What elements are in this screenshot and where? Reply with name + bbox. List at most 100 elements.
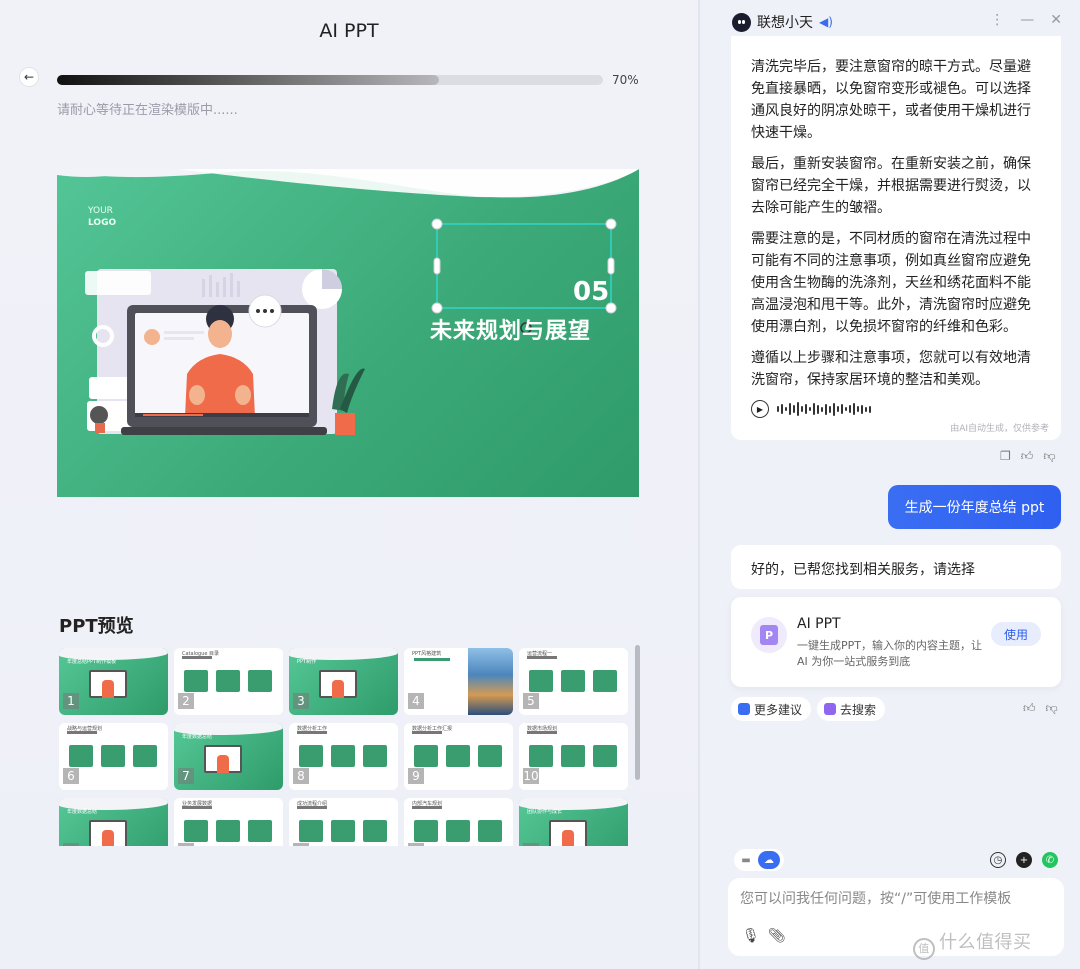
play-icon[interactable]: ▶: [751, 400, 769, 418]
thumbnail-number: 3: [293, 693, 309, 709]
microphone-icon[interactable]: 🎙︎: [742, 928, 760, 944]
assistant-pane: 联想小天 ◀) ⋮ — ✕ 清洗完毕后，要注意窗帘的晾干方式。尽量避免直接暴晒，…: [700, 0, 1080, 969]
ai-generated-note: 由AI自动生成，仅供参考: [950, 424, 1049, 434]
close-icon[interactable]: ✕: [1050, 12, 1062, 28]
document-mode-icon[interactable]: ▬: [734, 855, 758, 866]
render-progress-fill: [57, 75, 440, 85]
slide-thumbnail[interactable]: 数据分析工作汇报 9: [404, 723, 513, 790]
slide-thumbnail[interactable]: 成功流程介绍 13: [289, 798, 398, 846]
slide-thumbnail[interactable]: 团队协作与成长 15: [519, 798, 628, 846]
input-toolbar: ◷ + ✆: [990, 852, 1058, 868]
use-service-button[interactable]: 使用: [991, 622, 1041, 646]
thumbnail-number: 10: [523, 768, 539, 784]
assistant-avatar: [732, 12, 751, 32]
chat-input[interactable]: [740, 888, 1052, 910]
slide-thumbnail[interactable]: 年度数据总结 11: [59, 798, 168, 846]
thumbnail-title: 年度数据总结: [182, 734, 213, 740]
go-search-button[interactable]: 去搜索: [817, 697, 886, 721]
thumbnail-number: 14: [408, 843, 424, 846]
render-progress-percent: 70%: [612, 73, 639, 87]
service-description: 一键生成PPT，输入你的内容主题，让 AI 为你一站式服务到底: [797, 639, 982, 668]
answer-paragraph: 最后，重新安装窗帘。在重新安装之前，确保窗帘已经完全干燥，并根据需要进行熨烫，以…: [751, 156, 1031, 216]
thumbnail-title: 战略与运营规划: [67, 726, 103, 732]
slide-thumbnail[interactable]: 年度总结PPT制作模板 1: [59, 648, 168, 715]
answer-paragraph: 需要注意的是，不同材质的窗帘在清洗过程中可能有不同的注意事项，例如真丝窗帘应避免…: [751, 231, 1031, 335]
service-card-ai-ppt[interactable]: P AI PPT 一键生成PPT，输入你的内容主题，让 AI 为你一站式服务到底…: [731, 597, 1061, 687]
assistant-reply-bubble: 好的，已帮您找到相关服务，请选择: [731, 545, 1061, 589]
assistant-name: 联想小天: [757, 15, 813, 31]
thumbnail-number: 4: [408, 693, 424, 709]
thumbnail-title: Catalogue 目录: [182, 651, 220, 657]
mode-toggle: ▬ ☁: [734, 849, 784, 871]
speaker-icon[interactable]: ◀): [819, 15, 833, 29]
more-options-icon[interactable]: ⋮: [990, 12, 1004, 28]
thumbnail-number: 9: [408, 768, 424, 784]
more-suggestions-label: 更多建议: [754, 702, 803, 717]
slide-thumbnail[interactable]: PPT风格建筑 4: [404, 648, 513, 715]
render-progress-bar: [57, 75, 603, 85]
slide-thumbnail[interactable]: PPT制作 3: [289, 648, 398, 715]
thumbnail-title: PPT制作: [297, 659, 317, 665]
ppt-app-icon: P: [751, 617, 787, 653]
suggestion-icon: [738, 703, 750, 715]
logo-line-1: YOUR: [88, 206, 113, 216]
thumbnail-number: 8: [293, 768, 309, 784]
thumbnail-title: PPT风格建筑: [412, 651, 442, 657]
logo-line-2: LOGO: [88, 218, 117, 228]
back-button[interactable]: ←: [19, 67, 39, 87]
slide-thumbnail[interactable]: 业务发展数据 12: [174, 798, 283, 846]
watermark-logo-icon: 值: [913, 938, 935, 960]
thumbnail-title: 成功流程介绍: [297, 801, 328, 807]
thumbs-down-icon[interactable]: 👎︎: [1046, 701, 1058, 716]
thumbnail-number: 11: [63, 843, 79, 846]
attachment-icon[interactable]: 📎︎: [768, 928, 786, 944]
phone-call-icon[interactable]: ✆: [1042, 852, 1058, 868]
slide-preview-canvas[interactable]: YOUR LOGO 05 未来规划与展望: [57, 169, 639, 497]
render-progress-message: 请耐心等待正在渲染模版中......: [57, 103, 238, 118]
waveform-icon: [777, 401, 871, 417]
thumbnail-number: 6: [63, 768, 79, 784]
thumbnail-title: 年度数据总结: [67, 809, 98, 815]
thumbnail-title: 数据分析工作汇报: [412, 726, 453, 732]
assistant-answer-card: 清洗完毕后，要注意窗帘的晾干方式。尽量避免直接暴晒，以免窗帘变形或褪色。可以选择…: [731, 36, 1061, 440]
slide-thumbnail[interactable]: 数据市场规划 10: [519, 723, 628, 790]
slide-thumbnail[interactable]: 数据分析工作 8: [289, 723, 398, 790]
arrow-left-icon: ←: [23, 70, 35, 84]
thumbnail-title: 业务发展数据: [182, 801, 213, 807]
thumbnail-number: 1: [63, 693, 79, 709]
watermark: 值什么值得买: [913, 928, 1032, 960]
user-message-bubble: 生成一份年度总结 ppt: [888, 485, 1061, 529]
more-suggestions-button[interactable]: 更多建议: [731, 697, 812, 721]
thumbs-down-icon[interactable]: 👎︎: [1043, 449, 1055, 464]
slide-thumbnail[interactable]: 运营流程一 5: [519, 648, 628, 715]
copy-icon[interactable]: ❐: [1000, 449, 1011, 464]
slide-thumbnail[interactable]: Catalogue 目录 2: [174, 648, 283, 715]
answer-paragraph: 清洗完毕后，要注意窗帘的晾干方式。尽量避免直接暴晒，以免窗帘变形或褪色。可以选择…: [751, 59, 1031, 141]
slide-section-number[interactable]: 05: [573, 277, 609, 307]
thumbnail-number: 2: [178, 693, 194, 709]
thumbs-up-icon[interactable]: 👍︎: [1021, 449, 1034, 464]
slide-thumbnail[interactable]: 年度数据总结 7: [174, 723, 283, 790]
ppt-generation-pane: AI PPT ← 70% 请耐心等待正在渲染模版中...... YOUR LOG…: [0, 0, 698, 969]
thumbs-up-icon[interactable]: 👍︎: [1023, 701, 1036, 716]
minimize-icon[interactable]: —: [1020, 12, 1034, 28]
slide-thumbnail[interactable]: 战略与运营规划 6: [59, 723, 168, 790]
thumbnail-title: 内部汽车规划: [412, 801, 443, 807]
watermark-text: 什么值得买: [939, 932, 1032, 953]
slide-thumbnail[interactable]: 内部汽车规划 14: [404, 798, 513, 846]
thumbnail-number: 15: [523, 843, 539, 846]
cloud-mode-icon[interactable]: ☁: [758, 851, 780, 869]
new-chat-plus-icon[interactable]: +: [1016, 852, 1032, 868]
thumbnail-number: 13: [293, 843, 309, 846]
thumbnail-scrollbar[interactable]: [635, 645, 640, 780]
answer-feedback: ❐ 👍︎ 👎︎: [1000, 449, 1056, 464]
answer-paragraph: 遵循以上步骤和注意事项，您就可以有效地清洗窗帘，保持家居环境的整洁和美观。: [751, 350, 1031, 388]
thumbnail-title: 数据市场规划: [527, 726, 558, 732]
thumbnail-number: 5: [523, 693, 539, 709]
slide-heading[interactable]: 未来规划与展望: [430, 313, 591, 345]
history-clock-icon[interactable]: ◷: [990, 852, 1006, 868]
thumbnail-title: 运营流程一: [527, 651, 553, 657]
thumbnail-title: 年度总结PPT制作模板: [67, 659, 117, 665]
thumbnail-number: 7: [178, 768, 194, 784]
audio-playback: ▶: [751, 400, 1041, 418]
